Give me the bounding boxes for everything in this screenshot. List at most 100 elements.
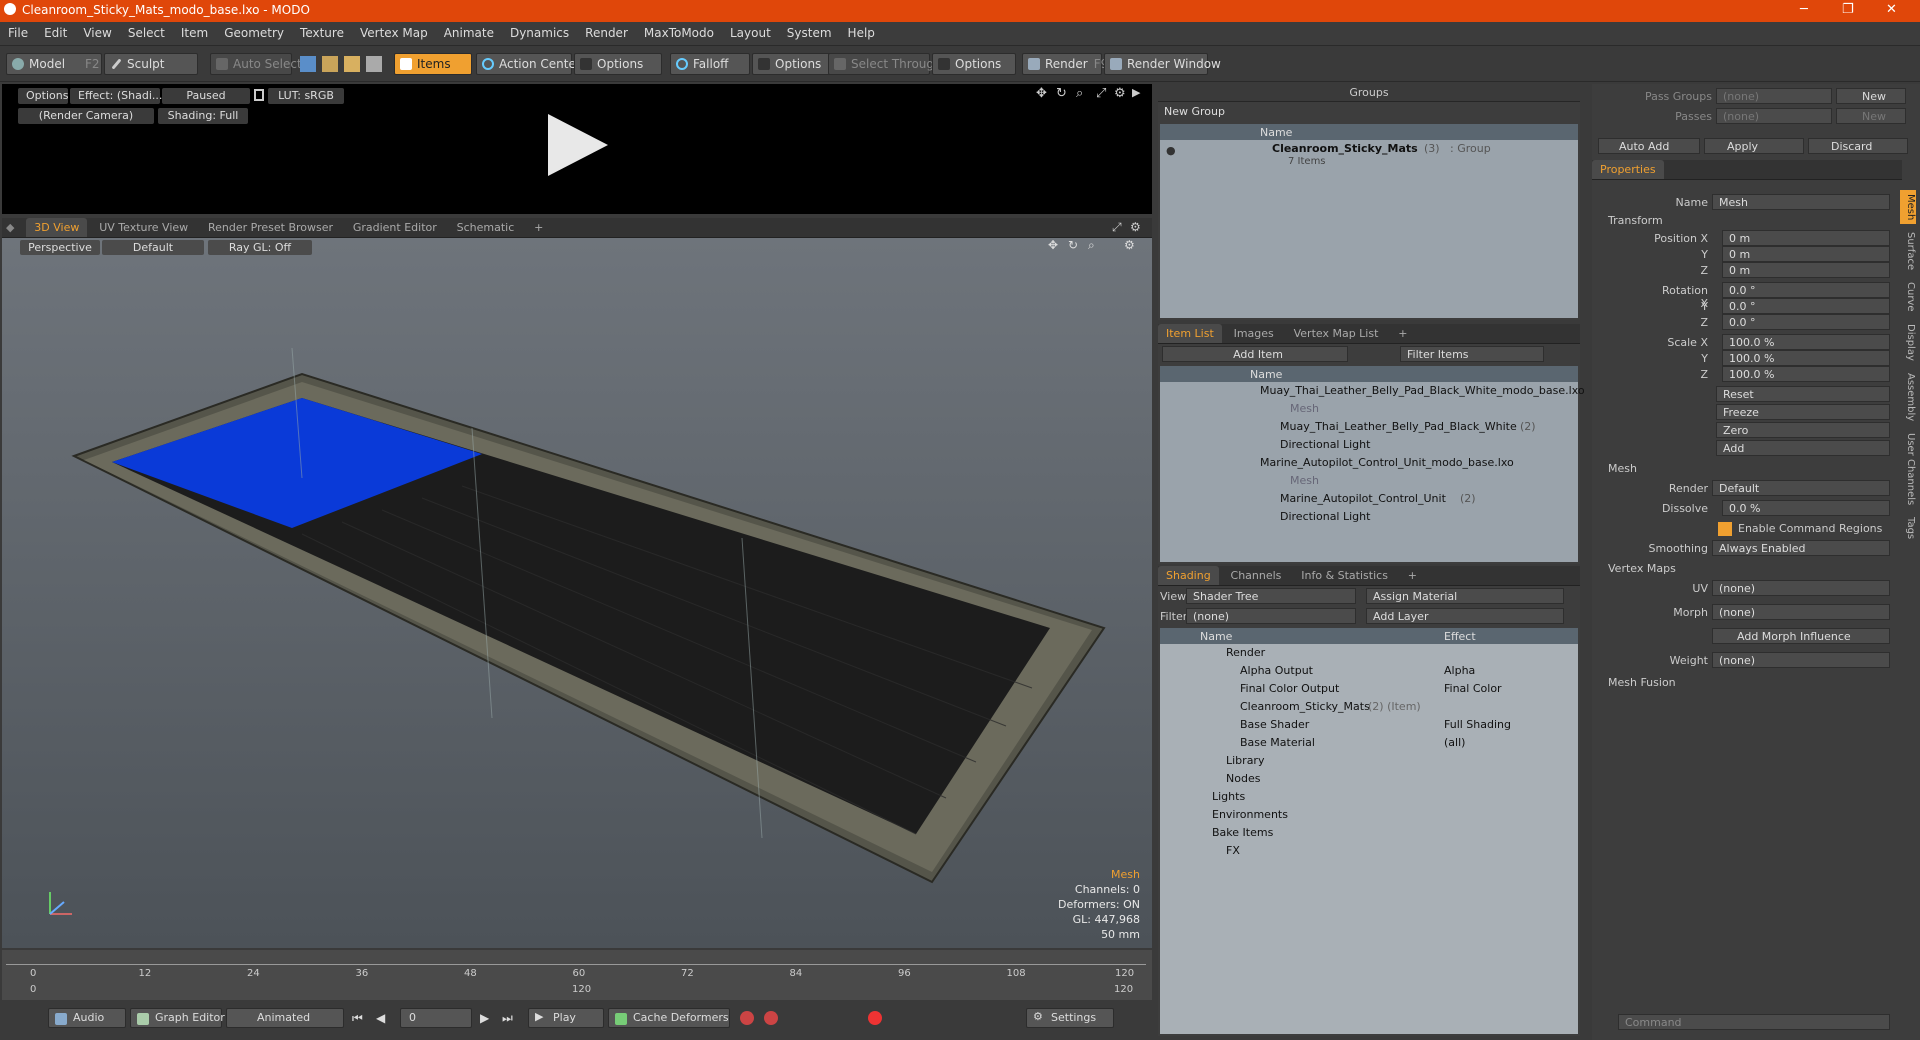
command-input[interactable]: Command: [1618, 1014, 1890, 1030]
add-layer-dropdown[interactable]: Add Layer: [1366, 608, 1564, 624]
shader-row-lights[interactable]: Lights: [1212, 790, 1245, 808]
render-button[interactable]: Render F9: [1022, 53, 1108, 75]
tab-3d-view[interactable]: 3D View: [26, 218, 88, 237]
timeline[interactable]: 0 12 24 36 48 60 72 84 96 108 120 0 120 120: [2, 950, 1152, 1000]
tab-item-list[interactable]: Item List: [1158, 324, 1222, 343]
zero-dropdown[interactable]: Zero: [1716, 422, 1890, 438]
tab-shading[interactable]: Shading: [1158, 566, 1219, 585]
item-list-row-2[interactable]: Muay_Thai_Leather_Belly_Pad_Black_White: [1280, 420, 1517, 438]
polygons-mode-icon[interactable]: [344, 56, 360, 72]
enable-command-regions-checkbox[interactable]: [1718, 522, 1732, 536]
shader-row-library[interactable]: Library: [1226, 754, 1264, 772]
play-button[interactable]: ▶ Play: [528, 1008, 604, 1028]
edges-mode-icon[interactable]: [322, 56, 338, 72]
menu-maxtomodo[interactable]: MaxToModo: [636, 22, 722, 40]
add-item-dropdown[interactable]: Add Item: [1162, 346, 1348, 362]
key-icon[interactable]: [740, 1011, 754, 1025]
item-list-row-1[interactable]: Mesh: [1290, 402, 1319, 420]
filter-items-input[interactable]: Filter Items: [1400, 346, 1544, 362]
action-center-options-button[interactable]: Options: [574, 53, 662, 75]
gear-icon[interactable]: ⚙: [1114, 86, 1126, 101]
select-through-button[interactable]: Select Through: [828, 53, 942, 75]
freeze-dropdown[interactable]: Freeze: [1716, 404, 1890, 420]
reset-dropdown[interactable]: Reset: [1716, 386, 1890, 402]
select-through-options-button[interactable]: Options: [932, 53, 1016, 75]
materials-mode-icon[interactable]: [366, 56, 382, 72]
shader-row-base-shader[interactable]: Base Shader: [1240, 718, 1309, 736]
next-frame-icon[interactable]: ▶: [480, 1011, 489, 1025]
menu-geometry[interactable]: Geometry: [216, 22, 292, 40]
auto-add-button[interactable]: Auto Add: [1598, 138, 1700, 154]
name-input[interactable]: Mesh: [1712, 194, 1890, 210]
shader-row-render[interactable]: Render: [1226, 646, 1265, 664]
panel-menu-icon[interactable]: ◆: [2, 218, 22, 237]
sculpt-button[interactable]: Sculpt: [104, 53, 198, 75]
add-tab-button[interactable]: +: [1390, 324, 1415, 343]
menu-render[interactable]: Render: [577, 22, 636, 40]
settings-button[interactable]: ⚙ Settings: [1026, 1008, 1114, 1028]
action-center-button[interactable]: Action Center: [476, 53, 581, 75]
menu-select[interactable]: Select: [120, 22, 173, 40]
close-button[interactable]: ✕: [1886, 2, 1897, 17]
add-tab-button[interactable]: +: [1400, 566, 1425, 585]
mesh-section[interactable]: Mesh: [1608, 462, 1637, 475]
item-list-row-3[interactable]: Directional Light: [1280, 438, 1370, 456]
dissolve-input[interactable]: 0.0 %: [1722, 500, 1890, 516]
menu-system[interactable]: System: [779, 22, 840, 40]
play-icon[interactable]: [542, 110, 612, 180]
shader-effect-all[interactable]: (all): [1444, 736, 1465, 754]
rotation-x-input[interactable]: 0.0 °: [1722, 282, 1890, 298]
side-tab-tags[interactable]: Tags: [1900, 513, 1916, 543]
lock-icon[interactable]: [254, 89, 264, 101]
shader-row-alpha-output[interactable]: Alpha Output: [1240, 664, 1313, 682]
menu-animate[interactable]: Animate: [436, 22, 502, 40]
first-frame-icon[interactable]: ⏮: [352, 1011, 363, 1026]
animated-dropdown[interactable]: Animated: [226, 1008, 344, 1028]
item-list-row-5[interactable]: Mesh: [1290, 474, 1319, 492]
menu-vertex-map[interactable]: Vertex Map: [352, 22, 436, 40]
weight-dropdown[interactable]: (none): [1712, 652, 1890, 668]
render-window-button[interactable]: Render Window: [1104, 53, 1221, 75]
maximize-icon[interactable]: ⤢: [1112, 220, 1122, 235]
preview-effect-dropdown[interactable]: Effect: (Shadi...: [70, 88, 162, 104]
side-tab-display[interactable]: Display: [1900, 320, 1916, 365]
new-group-button[interactable]: New Group: [1160, 104, 1240, 120]
position-z-input[interactable]: 0 m: [1722, 262, 1890, 278]
smoothing-dropdown[interactable]: Always Enabled: [1712, 540, 1890, 556]
shader-row-base-material[interactable]: Base Material: [1240, 736, 1315, 754]
menu-edit[interactable]: Edit: [36, 22, 75, 40]
vertex-maps-section[interactable]: Vertex Maps: [1608, 562, 1676, 575]
shader-row-bake-items[interactable]: Bake Items: [1212, 826, 1273, 844]
rotate-icon[interactable]: ↻: [1056, 86, 1067, 101]
item-list-row-4[interactable]: Marine_Autopilot_Control_Unit_modo_base.…: [1260, 456, 1514, 474]
tab-gradient-editor[interactable]: Gradient Editor: [345, 218, 445, 237]
falloff-options-button[interactable]: Options: [752, 53, 836, 75]
shading-dropdown[interactable]: Shading: Full: [158, 108, 248, 124]
gear-icon[interactable]: ⚙: [1130, 220, 1141, 234]
menu-file[interactable]: File: [0, 22, 36, 40]
side-tab-curve[interactable]: Curve: [1900, 278, 1916, 316]
lut-dropdown[interactable]: LUT: sRGB: [268, 88, 344, 104]
side-tab-surface[interactable]: Surface: [1900, 228, 1916, 274]
tab-properties[interactable]: Properties: [1592, 160, 1664, 179]
falloff-button[interactable]: Falloff: [670, 53, 750, 75]
transform-section[interactable]: Transform: [1608, 214, 1663, 227]
tab-render-preset-browser[interactable]: Render Preset Browser: [200, 218, 341, 237]
menu-help[interactable]: Help: [840, 22, 883, 40]
menu-view[interactable]: View: [75, 22, 119, 40]
last-frame-icon[interactable]: ⏭: [502, 1011, 513, 1026]
scale-z-input[interactable]: 100.0 %: [1722, 366, 1890, 382]
scale-x-input[interactable]: 100.0 %: [1722, 334, 1890, 350]
discard-button[interactable]: Discard: [1808, 138, 1908, 154]
preview-paused-button[interactable]: Paused: [162, 88, 250, 104]
filter-dropdown[interactable]: (none): [1186, 608, 1356, 624]
tab-channels[interactable]: Channels: [1223, 566, 1290, 585]
zoom-icon[interactable]: ⌕: [1076, 86, 1083, 101]
model-button[interactable]: Model F2: [6, 53, 102, 75]
uv-dropdown[interactable]: (none): [1712, 580, 1890, 596]
rotation-z-input[interactable]: 0.0 °: [1722, 314, 1890, 330]
sticky-mat-model[interactable]: [2, 238, 1152, 948]
morph-dropdown[interactable]: (none): [1712, 604, 1890, 620]
arrow-right-icon[interactable]: ▶: [1132, 86, 1140, 99]
items-mode-button[interactable]: Items: [394, 53, 472, 75]
